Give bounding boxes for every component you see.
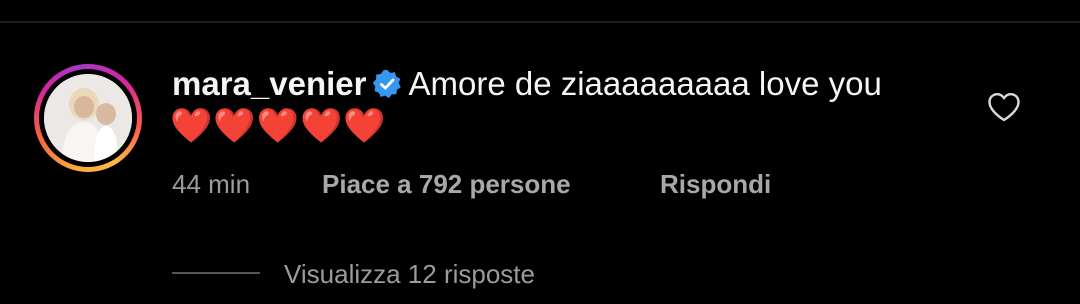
comment-line: mara_venier Amore de ziaaaaaaaaa love yo… xyxy=(172,62,972,106)
view-replies-button[interactable]: Visualizza 12 risposte xyxy=(284,256,535,292)
username[interactable]: mara_venier xyxy=(172,65,366,102)
avatar-photo xyxy=(44,74,132,162)
likes-count-link[interactable]: Piace a 792 persone xyxy=(322,166,571,202)
verified-badge-icon xyxy=(373,69,402,99)
avatar-story-ring[interactable] xyxy=(34,64,142,172)
comment-emoji: ❤️❤️❤️❤️❤️ xyxy=(170,107,387,145)
top-divider xyxy=(0,21,1080,23)
comment-text: Amore de ziaaaaaaaaa love you xyxy=(408,65,882,102)
reply-button[interactable]: Rispondi xyxy=(660,166,771,202)
replies-divider xyxy=(172,272,260,274)
comment-timestamp: 44 min xyxy=(172,169,251,199)
heart-outline-icon[interactable] xyxy=(987,92,1021,122)
avatar[interactable] xyxy=(44,74,132,162)
